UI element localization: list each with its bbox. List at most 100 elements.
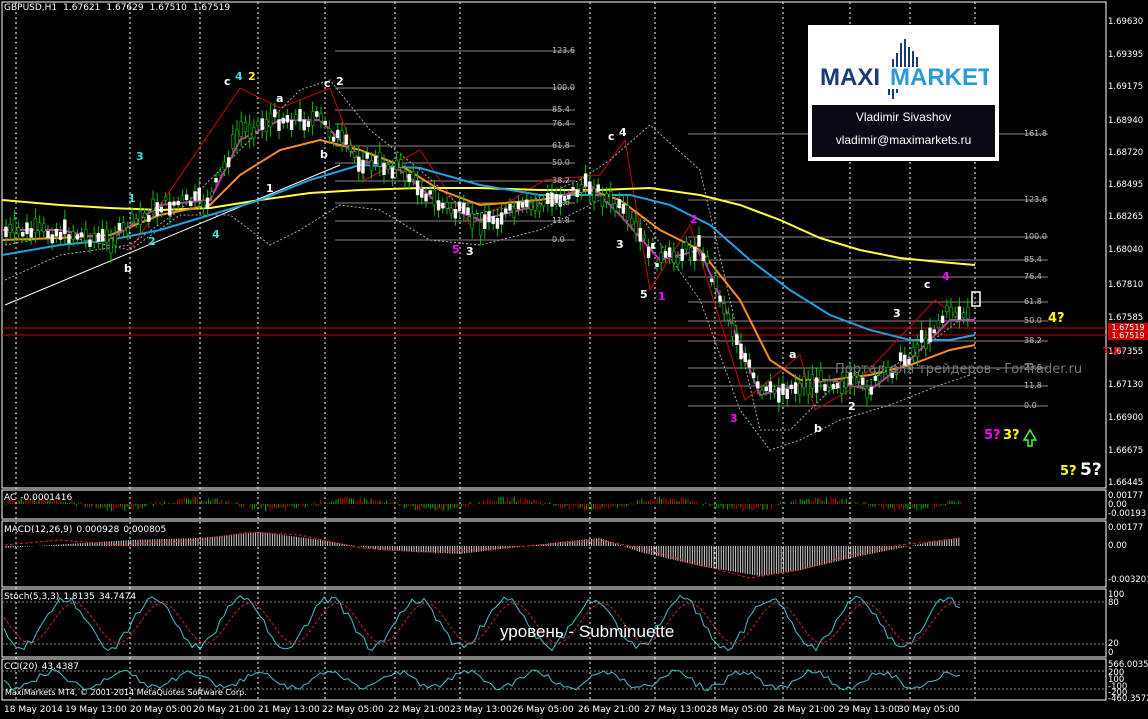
price-axis-label: 1.67810 [1108, 280, 1144, 290]
candle-body [945, 304, 949, 313]
wave-label: 3 [730, 412, 738, 425]
candle-body [932, 329, 936, 334]
wave-label: 2 [848, 400, 856, 413]
fibo-left-label: 38.2 [552, 176, 570, 185]
fibo-left-label: 0.0 [552, 235, 565, 244]
candle-body [697, 235, 701, 247]
candle-body [777, 387, 781, 403]
candle-body [756, 381, 760, 389]
ohlc-open: 1.67621 [63, 3, 101, 13]
candle-body [701, 253, 705, 262]
candle-body [63, 219, 67, 235]
candle-body [617, 199, 621, 209]
bid-price-tag: 1.67519 [1108, 331, 1148, 340]
candle-body [231, 134, 235, 149]
chart-header: GBPUSD,H1 1.67621 1.67629 1.67510 1.67519 [4, 3, 236, 13]
candle-body [4, 226, 8, 238]
fibo-left-label: 50.0 [552, 158, 570, 167]
candle-body [432, 190, 437, 206]
candle-body [869, 386, 873, 395]
time-axis-label: 26 May 21:00 [578, 705, 640, 715]
price-axis-label: 1.67585 [1108, 313, 1144, 323]
contact-email[interactable]: vladimir@maximarkets.ru [808, 133, 999, 147]
wave-label: 3 [616, 238, 624, 251]
candle-body [235, 129, 239, 145]
price-axis-label: 1.69175 [1108, 82, 1144, 92]
candle-body [373, 156, 378, 164]
candle-body [760, 389, 764, 395]
wave-3-question: 3? [1003, 428, 1020, 443]
candle-body [197, 187, 201, 201]
candle-body [613, 203, 617, 211]
candle-body [361, 160, 365, 174]
time-axis-label: 29 May 13:00 [838, 705, 900, 715]
candle-body [415, 180, 420, 196]
candle-body [151, 199, 155, 212]
price-axis-label: 1.68940 [1108, 116, 1144, 126]
candle-body [504, 208, 508, 214]
candle-body [470, 213, 474, 229]
fibo-right-label: 100.0 [1024, 232, 1047, 241]
candle-body [966, 306, 970, 319]
candle-body [226, 157, 231, 168]
candle-body [768, 381, 773, 393]
candle-body [336, 129, 340, 139]
candle-body [583, 173, 588, 187]
candle-body [735, 334, 739, 345]
candle-body [394, 159, 399, 171]
candle-body [688, 247, 693, 258]
candle-body [382, 162, 386, 175]
candle-body [378, 151, 382, 167]
candle-body [189, 201, 193, 206]
candle-body [789, 384, 794, 390]
wave-label: 1 [128, 192, 136, 205]
time-axis-label: 26 May 05:00 [512, 705, 574, 715]
candle-body [793, 382, 798, 394]
candle-body [961, 312, 966, 319]
maximarkets-logo: MAXI MARKETS [820, 39, 989, 99]
candle-body [348, 145, 353, 152]
candle-body [663, 251, 668, 258]
candle-body [315, 111, 319, 117]
price-axis-label: 1.68720 [1108, 148, 1144, 158]
candle-body [508, 203, 512, 211]
candle-body [50, 234, 54, 244]
candle-body [172, 201, 176, 206]
candle-body [655, 263, 659, 267]
candle-body [100, 228, 105, 242]
candle-body [537, 203, 542, 212]
candle-body [533, 200, 537, 211]
candle-body [399, 159, 403, 168]
wave-label: c [324, 77, 331, 90]
candle-body [646, 246, 651, 259]
wave-5-question-magenta: 5? [984, 428, 1001, 443]
candle-body [201, 200, 206, 208]
candle-body [474, 213, 479, 218]
candle-body [306, 121, 311, 127]
fibo-left-label: 61.8 [552, 141, 570, 150]
fibo-left-label: 100.0 [552, 83, 575, 92]
candle-body [772, 389, 777, 394]
candle-body [802, 376, 806, 389]
wave-label: 4 [619, 126, 627, 139]
candle-body [105, 229, 109, 243]
fibo-right-label: 0.0 [1024, 401, 1037, 410]
candle-body [781, 383, 785, 395]
fibo-right-label: 123.6 [1024, 195, 1047, 204]
wave-label: 4 [212, 228, 220, 241]
candle-body [747, 359, 752, 368]
candle-body [84, 229, 88, 241]
advert-banner[interactable]: MAXI MARKETS Vladimir Sivashov vladimir@… [808, 25, 999, 161]
candle-body [218, 171, 222, 176]
candle-body [659, 252, 663, 263]
candle-body [449, 207, 453, 214]
candle-body [957, 306, 962, 320]
candle-body [281, 117, 285, 124]
wave-label: b [814, 422, 822, 435]
candle-body [222, 161, 227, 170]
wave-label: 3 [136, 150, 144, 163]
price-axis-label: 1.68265 [1108, 212, 1144, 222]
candle-body [718, 295, 722, 302]
candle-body [424, 193, 428, 202]
candle-body [483, 214, 487, 229]
